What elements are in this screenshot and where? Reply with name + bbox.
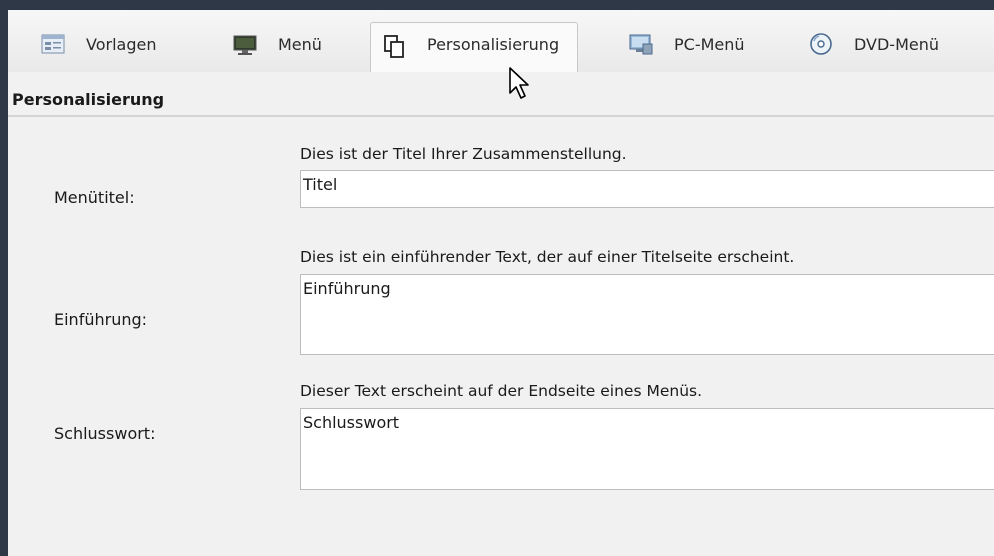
section-divider bbox=[8, 115, 994, 117]
tab-pc-menu[interactable]: PC-Menü bbox=[628, 24, 745, 64]
pc-monitor-icon bbox=[628, 32, 654, 56]
tab-dvd-menu[interactable]: DVD-Menü bbox=[808, 24, 939, 64]
einfuehrung-hint: Dies ist ein einführender Text, der auf … bbox=[300, 248, 795, 266]
tab-menu[interactable]: Menü bbox=[232, 24, 322, 64]
copy-pages-icon bbox=[381, 35, 407, 59]
tab-label: Vorlagen bbox=[86, 34, 157, 54]
einfuehrung-label: Einführung: bbox=[54, 310, 148, 329]
schlusswort-hint: Dieser Text erscheint auf der Endseite e… bbox=[300, 382, 703, 400]
template-icon bbox=[40, 32, 66, 56]
einfuehrung-textarea[interactable]: Einführung bbox=[300, 274, 994, 355]
tab-personalisierung[interactable]: Personalisierung bbox=[370, 22, 579, 72]
menutitel-input[interactable]: Titel bbox=[300, 170, 994, 208]
dvd-disc-icon bbox=[808, 32, 834, 56]
menutitel-label: Menütitel: bbox=[54, 188, 135, 207]
tab-vorlagen[interactable]: Vorlagen bbox=[40, 24, 156, 64]
window-frame-left bbox=[0, 0, 8, 556]
window-frame-top bbox=[0, 0, 994, 10]
tab-label: Personalisierung bbox=[427, 35, 560, 54]
tab-label: PC-Menü bbox=[674, 34, 745, 54]
tab-label: Menü bbox=[278, 34, 322, 54]
personalization-panel: Vorlagen Menü Personalisierung PC-Menü D… bbox=[8, 10, 994, 556]
schlusswort-textarea[interactable]: Schlusswort bbox=[300, 408, 994, 490]
tab-bar: Vorlagen Menü Personalisierung PC-Menü D… bbox=[8, 10, 994, 72]
menutitel-hint: Dies ist der Titel Ihrer Zusammenstellun… bbox=[300, 145, 627, 163]
monitor-icon bbox=[232, 32, 258, 56]
schlusswort-label: Schlusswort: bbox=[54, 424, 156, 443]
section-title: Personalisierung bbox=[12, 90, 165, 109]
tab-label: DVD-Menü bbox=[854, 34, 940, 54]
mouse-pointer-icon bbox=[508, 66, 534, 102]
